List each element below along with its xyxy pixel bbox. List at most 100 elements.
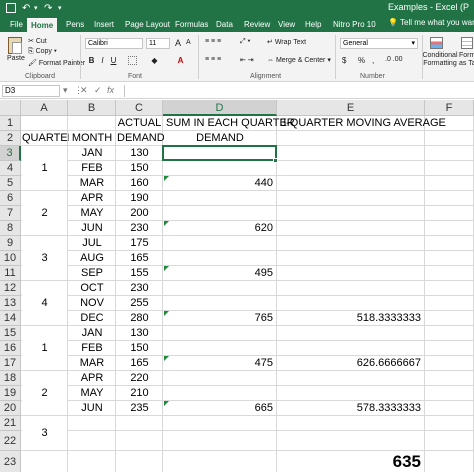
cell-demand[interactable]: 210	[117, 386, 162, 400]
cell-demand[interactable]: 230	[117, 281, 162, 295]
cell-month[interactable]: JUL	[69, 236, 115, 250]
cell-quarter[interactable]: 3	[22, 416, 67, 450]
cell-moving-average[interactable]: 626.6666667	[278, 356, 424, 370]
tab-pens[interactable]: Pens	[66, 18, 84, 32]
cell-demand[interactable]: 155	[117, 266, 162, 280]
orientation-icon[interactable]: ⤢ ▾	[240, 38, 251, 46]
format-as-table-button[interactable]: Format as Table	[459, 52, 474, 68]
row-header-20[interactable]: 20	[0, 401, 21, 416]
cell-month[interactable]: JUN	[69, 221, 115, 235]
cell-c1[interactable]: ACTUAL	[117, 116, 162, 130]
tab-data[interactable]: Data	[216, 18, 233, 32]
row-header-15[interactable]: 15	[0, 326, 21, 341]
row-header-10[interactable]: 10	[0, 251, 21, 266]
wrap-text-button[interactable]: ↵ Wrap Text	[267, 38, 306, 46]
cell-d1[interactable]: SUM IN EACH QUARTER	[164, 116, 295, 130]
tab-review[interactable]: Review	[244, 18, 270, 32]
row-header-11[interactable]: 11	[0, 266, 21, 281]
row-header-5[interactable]: 5	[0, 176, 21, 191]
column-header-d[interactable]: D	[163, 100, 277, 116]
row-header-1[interactable]: 1	[0, 116, 21, 131]
row-header-16[interactable]: 16	[0, 341, 21, 356]
cell-quarter[interactable]: 2	[22, 371, 67, 415]
cell-month[interactable]: FEB	[69, 341, 115, 355]
cell-month[interactable]: MAY	[69, 206, 115, 220]
align-top-icons[interactable]: ≡ ≡ ≡	[205, 38, 221, 45]
cell-quarter[interactable]: 1	[22, 326, 67, 370]
tab-page-layout[interactable]: Page Layout	[125, 18, 170, 32]
row-header-21[interactable]: 21	[0, 416, 21, 431]
insert-function-button[interactable]: fx	[107, 85, 114, 96]
font-name-select[interactable]: Calibri	[85, 38, 143, 49]
row-header-22[interactable]: 22	[0, 431, 21, 451]
save-icon[interactable]	[6, 3, 16, 13]
cell-b2[interactable]: MONTH	[69, 131, 115, 145]
cell-quarter[interactable]: 2	[22, 191, 67, 235]
cell-month[interactable]: FEB	[69, 161, 115, 175]
customize-toolbar-icon[interactable]: ▾	[58, 3, 62, 14]
select-all-corner[interactable]	[0, 100, 21, 116]
cell-demand[interactable]: 175	[117, 236, 162, 250]
cell-moving-average[interactable]: 578.3333333	[278, 401, 424, 415]
cell-result[interactable]: 635	[278, 451, 424, 472]
conditional-formatting-button[interactable]: Conditional Formatting	[421, 52, 459, 68]
tab-view[interactable]: View	[278, 18, 295, 32]
cell-month[interactable]: JAN	[69, 326, 115, 340]
cell-month[interactable]: APR	[69, 371, 115, 385]
tell-me-box[interactable]: 💡 Tell me what you want	[388, 18, 474, 27]
cell-month[interactable]: OCT	[69, 281, 115, 295]
name-box-dropdown-icon[interactable]: ▾	[63, 85, 68, 96]
indent-icons[interactable]: ⇤ ⇥	[240, 56, 254, 64]
cell-month[interactable]: NOV	[69, 296, 115, 310]
spreadsheet-grid[interactable]: A B C D E F 1 2 3 4 5 6 7 8 9 10 11 12 13 14 15 16 17 18 1…	[0, 100, 474, 472]
column-header-c[interactable]: C	[116, 100, 163, 116]
cell-month[interactable]: SEP	[69, 266, 115, 280]
cell-e1[interactable]: 3-QUARTER MOVING AVERAGE	[278, 116, 468, 130]
comma-button[interactable]: ,	[372, 56, 374, 65]
tab-help[interactable]: Help	[305, 18, 321, 32]
tab-home[interactable]: Home	[27, 18, 58, 32]
row-header-19[interactable]: 19	[0, 386, 21, 401]
row-header-3[interactable]: 3	[0, 146, 21, 161]
paste-button[interactable]: Paste	[7, 55, 25, 62]
underline-button[interactable]: U	[109, 56, 118, 65]
cell-a2[interactable]: QUARTER	[22, 131, 76, 145]
cell-quarter-sum[interactable]: 475	[164, 356, 276, 370]
grow-font-button[interactable]: A	[175, 38, 181, 48]
row-header-14[interactable]: 14	[0, 311, 21, 326]
copy-button[interactable]: ⎘ Copy ▾	[28, 48, 57, 56]
borders-icon[interactable]	[128, 56, 137, 65]
cell-month[interactable]: JUN	[69, 401, 115, 415]
fill-color-icon[interactable]: ◆	[150, 56, 159, 65]
row-header-13[interactable]: 13	[0, 296, 21, 311]
font-color-icon[interactable]: A	[176, 56, 185, 65]
column-header-e[interactable]: E	[277, 100, 425, 116]
column-header-a[interactable]: A	[21, 100, 68, 116]
number-format-select[interactable]: General ▾	[340, 38, 418, 49]
cell-demand[interactable]: 230	[117, 221, 162, 235]
cell-quarter[interactable]: 3	[22, 236, 67, 280]
cell-d2[interactable]: DEMAND	[164, 131, 276, 145]
cell-quarter[interactable]: 1	[22, 146, 67, 190]
cell-demand[interactable]: 130	[117, 146, 162, 160]
row-header-6[interactable]: 6	[0, 191, 21, 206]
cell-month[interactable]: DEC	[69, 311, 115, 325]
cell-demand[interactable]: 190	[117, 191, 162, 205]
row-header-2[interactable]: 2	[0, 131, 21, 146]
cell-month[interactable]: MAR	[69, 176, 115, 190]
cell-demand[interactable]: 220	[117, 371, 162, 385]
row-header-18[interactable]: 18	[0, 371, 21, 386]
cell-quarter-sum[interactable]: 665	[164, 401, 276, 415]
shrink-font-button[interactable]: A	[186, 39, 191, 46]
cell-demand[interactable]: 150	[117, 161, 162, 175]
cell-quarter-sum[interactable]: 765	[164, 311, 276, 325]
row-header-17[interactable]: 17	[0, 356, 21, 371]
cell-demand[interactable]: 280	[117, 311, 162, 325]
enter-icon[interactable]: ✓	[94, 85, 102, 96]
cell-demand[interactable]: 235	[117, 401, 162, 415]
cancel-icon[interactable]: ✕	[80, 85, 88, 96]
format-as-table-icon[interactable]	[461, 37, 473, 49]
cell-month[interactable]: JAN	[69, 146, 115, 160]
currency-button[interactable]: $	[342, 56, 346, 65]
cell-demand[interactable]: 150	[117, 341, 162, 355]
